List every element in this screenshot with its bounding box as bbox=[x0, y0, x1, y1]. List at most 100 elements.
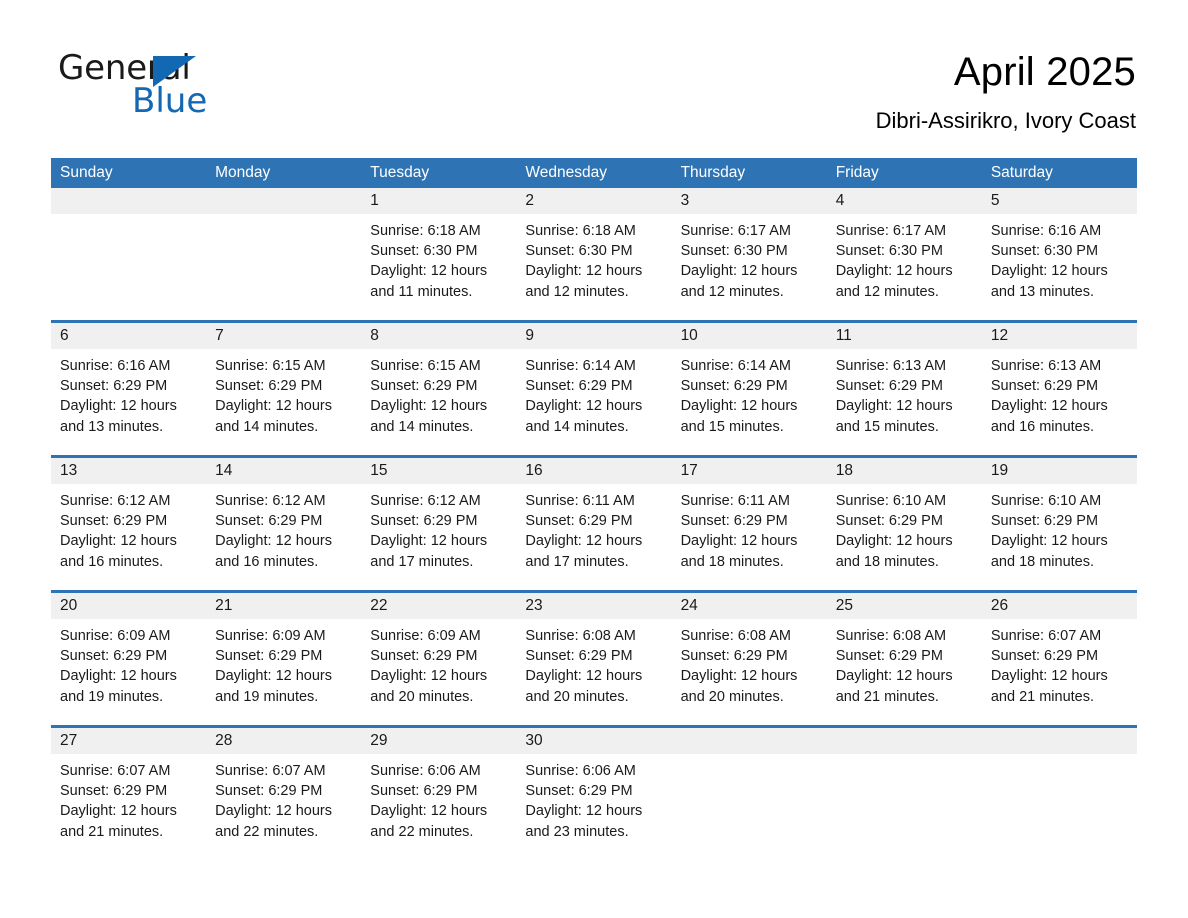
calendar-day-cell-empty bbox=[981, 728, 1137, 860]
calendar-day-cell[interactable]: 2 Sunrise: 6:18 AM Sunset: 6:30 PM Daylight… bbox=[516, 188, 672, 320]
day-detail-line: Sunset: 6:29 PM bbox=[835, 513, 943, 530]
day-detail-line: Sunset: 6:29 PM bbox=[990, 513, 1099, 530]
day-detail-line: Sunrise: 6:07 AM bbox=[60, 763, 171, 779]
calendar-day-cell-empty bbox=[671, 728, 827, 860]
calendar-day-cell[interactable]: 22 Sunrise: 6:09 AM Sunset: 6:29 PM Dayligh… bbox=[361, 593, 517, 725]
calendar-day-cell[interactable]: 8 Sunrise: 6:15 AM Sunset: 6:29 PM Daylight… bbox=[361, 323, 517, 455]
calendar-day-cell[interactable]: 12 Sunrise: 6:13 AM Sunset: 6:29 PM Dayligh… bbox=[981, 323, 1137, 455]
calendar-day-cell[interactable]: 27 Sunrise: 6:07 AM Sunset: 6:29 PM Dayligh… bbox=[51, 728, 207, 860]
calendar-week-row: 20 Sunrise: 6:09 AM Sunset: 6:29 PM Dayligh… bbox=[51, 593, 1137, 728]
calendar-day-cell[interactable]: 20 Sunrise: 6:09 AM Sunset: 6:29 PM Dayligh… bbox=[51, 593, 207, 725]
day-details: Sunrise: 6:10 AM Sunset: 6:29 PM Daylight:… bbox=[827, 484, 982, 590]
day-number: 9 bbox=[516, 323, 672, 349]
weekday-header-monday: Monday bbox=[215, 164, 271, 181]
day-number: 16 bbox=[516, 458, 672, 484]
day-detail-line: Sunrise: 6:11 AM bbox=[525, 493, 635, 509]
day-detail-line: Daylight: 12 hours bbox=[525, 668, 643, 685]
day-number: 10 bbox=[671, 323, 827, 349]
page-title: April 2025 bbox=[953, 50, 1136, 94]
day-detail-line: Sunset: 6:30 PM bbox=[680, 243, 788, 260]
calendar-day-cell[interactable]: 19 Sunrise: 6:10 AM Sunset: 6:29 PM Dayligh… bbox=[981, 458, 1137, 590]
calendar-day-cell[interactable]: 1 Sunrise: 6:18 AM Sunset: 6:30 PM Daylight… bbox=[361, 188, 517, 320]
day-detail-line: and 19 minutes. bbox=[215, 688, 319, 705]
day-detail-line: and 12 minutes. bbox=[525, 283, 629, 300]
calendar-day-cell[interactable]: 3 Sunrise: 6:17 AM Sunset: 6:30 PM Daylight… bbox=[671, 188, 827, 320]
calendar-day-cell[interactable]: 11 Sunrise: 6:13 AM Sunset: 6:29 PM Dayligh… bbox=[826, 323, 982, 455]
day-detail-line: Daylight: 12 hours bbox=[370, 398, 488, 415]
day-detail-line: and 13 minutes. bbox=[990, 283, 1095, 300]
day-number: 8 bbox=[361, 323, 517, 349]
calendar-day-cell[interactable]: 16 Sunrise: 6:11 AM Sunset: 6:29 PM Dayligh… bbox=[516, 458, 672, 590]
day-detail-line: and 20 minutes. bbox=[370, 688, 474, 705]
day-detail-line: Sunset: 6:29 PM bbox=[60, 513, 168, 530]
day-number: 2 bbox=[516, 188, 672, 214]
day-details: Sunrise: 6:08 AM Sunset: 6:29 PM Daylight:… bbox=[516, 619, 671, 725]
calendar-day-cell[interactable]: 4 Sunrise: 6:17 AM Sunset: 6:30 PM Daylight… bbox=[826, 188, 982, 320]
day-details: Sunrise: 6:09 AM Sunset: 6:29 PM Daylight:… bbox=[361, 619, 516, 725]
day-detail-line: Sunset: 6:29 PM bbox=[525, 378, 633, 395]
calendar-day-cell[interactable]: 18 Sunrise: 6:10 AM Sunset: 6:29 PM Dayligh… bbox=[826, 458, 982, 590]
calendar-day-cell[interactable]: 26 Sunrise: 6:07 AM Sunset: 6:29 PM Dayligh… bbox=[981, 593, 1137, 725]
day-details bbox=[51, 214, 207, 320]
day-detail-line: Sunset: 6:29 PM bbox=[215, 648, 323, 665]
weekday-header-wednesday: Wednesday bbox=[525, 164, 607, 181]
day-details: Sunrise: 6:12 AM Sunset: 6:29 PM Daylight:… bbox=[206, 484, 361, 590]
day-detail-line: Sunset: 6:29 PM bbox=[370, 378, 478, 395]
calendar-day-cell[interactable]: 29 Sunrise: 6:06 AM Sunset: 6:29 PM Dayligh… bbox=[361, 728, 517, 860]
day-detail-line: Daylight: 12 hours bbox=[215, 398, 333, 415]
day-detail-line: Daylight: 12 hours bbox=[680, 263, 798, 280]
calendar-day-cell[interactable]: 7 Sunrise: 6:15 AM Sunset: 6:29 PM Daylight… bbox=[206, 323, 362, 455]
day-detail-line: Sunset: 6:30 PM bbox=[525, 243, 633, 260]
general-blue-logo[interactable]: General Blue bbox=[58, 48, 278, 121]
calendar-day-cell[interactable]: 28 Sunrise: 6:07 AM Sunset: 6:29 PM Dayligh… bbox=[206, 728, 362, 860]
day-detail-line: Sunrise: 6:13 AM bbox=[990, 358, 1102, 374]
calendar-day-cell[interactable]: 15 Sunrise: 6:12 AM Sunset: 6:29 PM Dayligh… bbox=[361, 458, 517, 590]
day-details: Sunrise: 6:12 AM Sunset: 6:29 PM Daylight:… bbox=[361, 484, 516, 590]
day-detail-line: Sunrise: 6:18 AM bbox=[525, 223, 636, 239]
day-detail-line: Daylight: 12 hours bbox=[835, 668, 953, 685]
weekday-header-saturday: Saturday bbox=[990, 164, 1053, 181]
day-detail-line: Daylight: 12 hours bbox=[990, 533, 1108, 550]
day-detail-line: Sunset: 6:29 PM bbox=[990, 648, 1099, 665]
day-detail-line: Sunset: 6:29 PM bbox=[370, 513, 478, 530]
day-details: Sunrise: 6:08 AM Sunset: 6:29 PM Daylight:… bbox=[827, 619, 982, 725]
calendar-day-cell[interactable]: 17 Sunrise: 6:11 AM Sunset: 6:29 PM Dayligh… bbox=[671, 458, 827, 590]
calendar-day-cell[interactable]: 10 Sunrise: 6:14 AM Sunset: 6:29 PM Dayligh… bbox=[671, 323, 827, 455]
day-number: 1 bbox=[361, 188, 517, 214]
calendar-day-cell[interactable]: 21 Sunrise: 6:09 AM Sunset: 6:29 PM Dayligh… bbox=[206, 593, 362, 725]
weekday-header-row: Sunday Monday Tuesday Wednesday Thursday Frid… bbox=[51, 158, 1137, 188]
day-number: 7 bbox=[206, 323, 362, 349]
day-detail-line: Sunrise: 6:06 AM bbox=[370, 763, 481, 779]
day-detail-line: Daylight: 12 hours bbox=[680, 668, 798, 685]
day-details: Sunrise: 6:17 AM Sunset: 6:30 PM Daylight:… bbox=[827, 214, 982, 320]
calendar-day-cell[interactable]: 30 Sunrise: 6:06 AM Sunset: 6:29 PM Dayligh… bbox=[516, 728, 672, 860]
calendar-day-cell[interactable]: 9 Sunrise: 6:14 AM Sunset: 6:29 PM Daylight… bbox=[516, 323, 672, 455]
day-detail-line: Sunrise: 6:08 AM bbox=[525, 628, 636, 644]
calendar-day-cell[interactable]: 13 Sunrise: 6:12 AM Sunset: 6:29 PM Dayligh… bbox=[51, 458, 207, 590]
day-detail-line: Sunrise: 6:17 AM bbox=[835, 223, 947, 239]
calendar-day-cell[interactable]: 24 Sunrise: 6:08 AM Sunset: 6:29 PM Dayligh… bbox=[671, 593, 827, 725]
calendar-day-cell[interactable]: 5 Sunrise: 6:16 AM Sunset: 6:30 PM Daylight… bbox=[981, 188, 1137, 320]
calendar-weeks: 1 Sunrise: 6:18 AM Sunset: 6:30 PM Daylight… bbox=[51, 188, 1137, 860]
day-detail-line: Sunrise: 6:12 AM bbox=[60, 493, 171, 509]
title-block: April 2025 Dibri-Assirikro, Ivory Coast bbox=[876, 48, 1136, 134]
day-details: Sunrise: 6:10 AM Sunset: 6:29 PM Daylight:… bbox=[982, 484, 1137, 590]
day-details bbox=[671, 754, 827, 860]
day-detail-line: and 15 minutes. bbox=[835, 418, 939, 435]
day-number: 30 bbox=[516, 728, 672, 754]
day-details: Sunrise: 6:13 AM Sunset: 6:29 PM Daylight:… bbox=[827, 349, 982, 455]
calendar-day-cell[interactable]: 25 Sunrise: 6:08 AM Sunset: 6:29 PM Dayligh… bbox=[826, 593, 982, 725]
day-detail-line: Daylight: 12 hours bbox=[835, 263, 953, 280]
calendar-week-row: 6 Sunrise: 6:16 AM Sunset: 6:29 PM Daylight… bbox=[51, 323, 1137, 458]
day-detail-line: Sunrise: 6:14 AM bbox=[680, 358, 791, 374]
day-detail-line: Sunrise: 6:06 AM bbox=[525, 763, 636, 779]
calendar-day-cell[interactable]: 6 Sunrise: 6:16 AM Sunset: 6:29 PM Daylight… bbox=[51, 323, 207, 455]
day-number bbox=[51, 188, 207, 214]
calendar-day-cell[interactable]: 23 Sunrise: 6:08 AM Sunset: 6:29 PM Dayligh… bbox=[516, 593, 672, 725]
calendar-day-cell[interactable]: 14 Sunrise: 6:12 AM Sunset: 6:29 PM Dayligh… bbox=[206, 458, 362, 590]
day-details: Sunrise: 6:15 AM Sunset: 6:29 PM Daylight:… bbox=[361, 349, 516, 455]
day-number: 21 bbox=[206, 593, 362, 619]
day-details: Sunrise: 6:18 AM Sunset: 6:30 PM Daylight:… bbox=[516, 214, 671, 320]
day-detail-line: Daylight: 12 hours bbox=[60, 398, 177, 415]
day-number bbox=[981, 728, 1137, 754]
